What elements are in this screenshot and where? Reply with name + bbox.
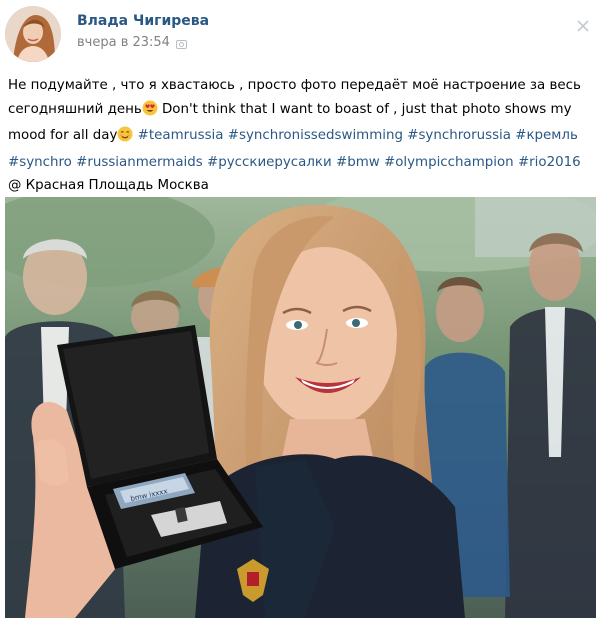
hashtag[interactable]: #русскиерусалки: [207, 155, 332, 170]
hashtag[interactable]: #synchro: [8, 155, 72, 170]
hashtag[interactable]: #synchrorussia: [407, 128, 511, 143]
post-text: Не подумайте , что я хвастаюсь , просто …: [8, 74, 596, 198]
hashtag[interactable]: #кремль: [515, 128, 578, 143]
hashtag[interactable]: #teamrussia: [138, 128, 224, 143]
author-name[interactable]: Влада Чигирева: [77, 13, 209, 29]
hashtag[interactable]: #olympicchampion: [384, 155, 514, 170]
location[interactable]: Красная Площадь Москва: [26, 178, 209, 193]
photo-illustration: bmw ixxxx: [5, 197, 596, 618]
hashtag[interactable]: #rio2016: [518, 155, 581, 170]
post-time-row: вчера в 23:54: [77, 35, 187, 50]
hashtag[interactable]: #bmw: [336, 155, 380, 170]
smile-emoji-icon: [117, 126, 133, 151]
post-photo[interactable]: bmw ixxxx: [5, 197, 596, 618]
post-time[interactable]: вчера в 23:54: [77, 35, 170, 50]
camera-icon: [175, 38, 187, 49]
avatar[interactable]: [5, 6, 61, 62]
location-prefix: @: [8, 178, 22, 193]
avatar-image: [5, 6, 61, 62]
more-icon[interactable]: [576, 18, 590, 32]
hashtag[interactable]: #synchronissedswimming: [228, 128, 403, 143]
vk-post: Влада Чигирева вчера в 23:54 Не подумайт…: [0, 0, 600, 623]
heart-eyes-emoji-icon: [142, 100, 158, 125]
hashtag[interactable]: #russianmermaids: [76, 155, 203, 170]
